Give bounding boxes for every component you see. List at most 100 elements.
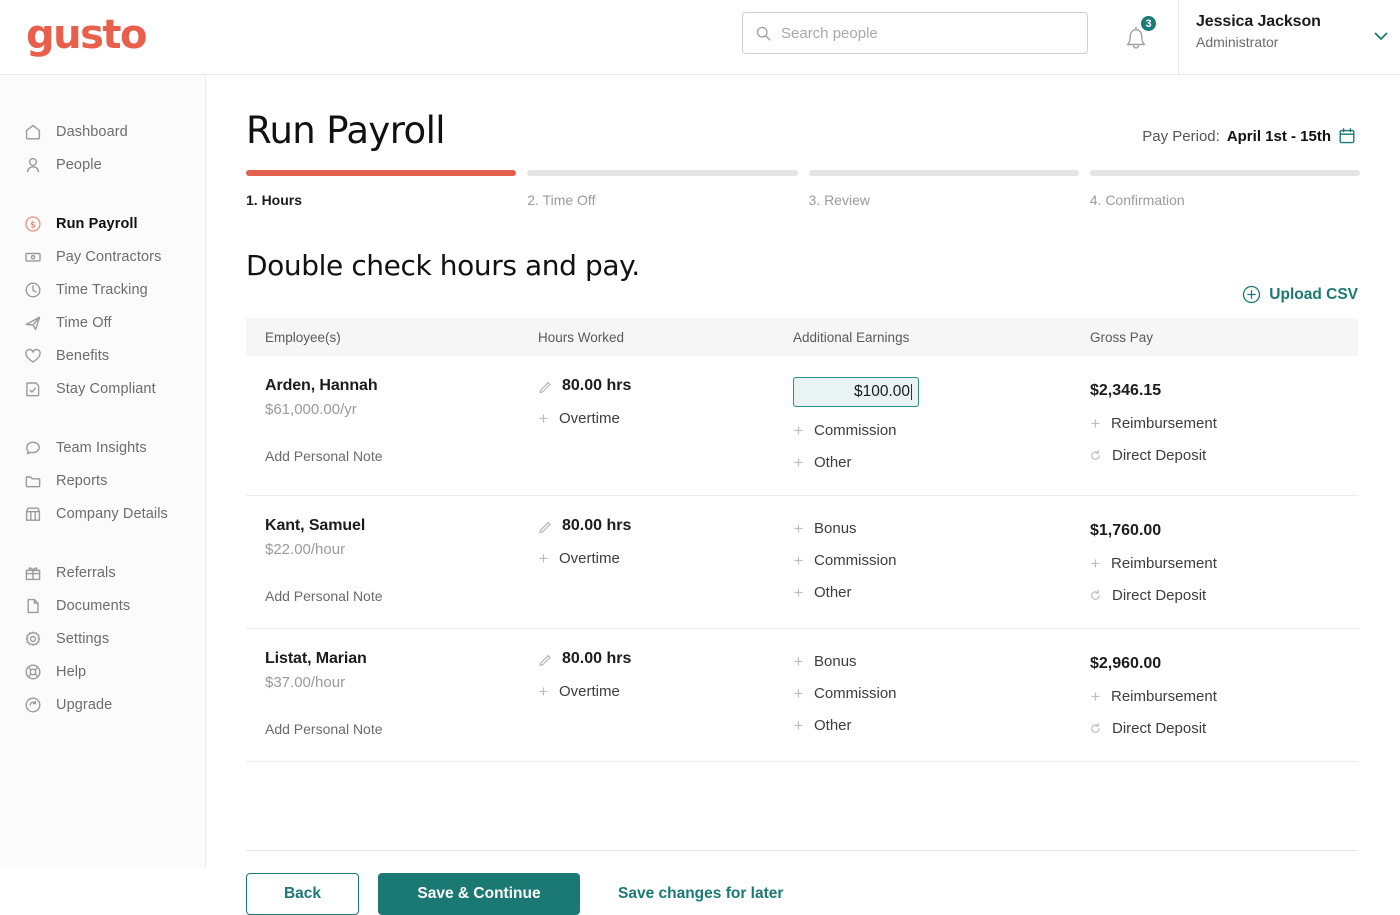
sidebar-item-label: People bbox=[56, 156, 102, 173]
pay-period[interactable]: Pay Period: April 1st - 15th bbox=[1142, 127, 1356, 145]
sidebar-item-people[interactable]: People bbox=[0, 148, 205, 181]
add-other-button[interactable]: + Other bbox=[793, 717, 1090, 734]
add-reimbursement-button[interactable]: + Reimbursement bbox=[1090, 555, 1358, 572]
add-commission-button[interactable]: + Commission bbox=[793, 422, 1090, 439]
sidebar-item-documents[interactable]: Documents bbox=[0, 589, 205, 622]
cash-icon bbox=[24, 248, 42, 266]
top-bar: gusto 3 Jessica Jackson Administrator bbox=[0, 0, 1400, 75]
gift-icon bbox=[24, 564, 42, 582]
hours-cell: 80.00 hrs + Overtime bbox=[538, 650, 793, 737]
plus-icon: + bbox=[793, 652, 804, 671]
add-bonus-button[interactable]: + Bonus bbox=[793, 520, 1090, 537]
search-icon bbox=[756, 26, 771, 41]
bonus-amount-value: $100.00 bbox=[853, 383, 910, 400]
hours-worked-field[interactable]: 80.00 hrs bbox=[538, 377, 793, 395]
sidebar-item-benefits[interactable]: Benefits bbox=[0, 339, 205, 372]
direct-deposit-button[interactable]: Direct Deposit bbox=[1090, 720, 1358, 737]
add-bonus-button[interactable]: + Bonus bbox=[793, 653, 1090, 670]
sidebar-item-referrals[interactable]: Referrals bbox=[0, 556, 205, 589]
plus-icon: + bbox=[1090, 554, 1101, 573]
add-commission-label: Commission bbox=[814, 422, 897, 439]
bonus-amount-input[interactable]: $100.00 bbox=[793, 377, 919, 407]
sidebar-item-label: Dashboard bbox=[56, 123, 128, 140]
add-commission-button[interactable]: + Commission bbox=[793, 552, 1090, 569]
footer-divider bbox=[246, 850, 1358, 851]
chevron-down-icon[interactable] bbox=[1372, 27, 1390, 45]
sidebar-item-label: Company Details bbox=[56, 505, 168, 522]
add-reimbursement-button[interactable]: + Reimbursement bbox=[1090, 415, 1358, 432]
sidebar-item-stay-compliant[interactable]: Stay Compliant bbox=[0, 372, 205, 405]
shield-check-icon bbox=[24, 380, 42, 398]
pencil-icon[interactable] bbox=[538, 519, 553, 534]
add-commission-label: Commission bbox=[814, 685, 897, 702]
sidebar-item-team-insights[interactable]: Team Insights bbox=[0, 431, 205, 464]
add-other-label: Other bbox=[814, 584, 852, 601]
step-time-off[interactable]: 2. Time Off bbox=[527, 170, 798, 208]
direct-deposit-button[interactable]: Direct Deposit bbox=[1090, 447, 1358, 464]
refresh-circle-icon bbox=[24, 696, 42, 714]
sidebar-item-label: Help bbox=[56, 663, 87, 680]
sidebar-item-dashboard[interactable]: Dashboard bbox=[0, 115, 205, 148]
add-reimbursement-label: Reimbursement bbox=[1111, 555, 1217, 572]
plus-icon: + bbox=[793, 684, 804, 703]
sidebar-item-settings[interactable]: Settings bbox=[0, 622, 205, 655]
pencil-icon[interactable] bbox=[538, 379, 553, 394]
plus-icon: + bbox=[1090, 687, 1101, 706]
back-button[interactable]: Back bbox=[246, 873, 359, 915]
user-role: Administrator bbox=[1196, 34, 1279, 50]
add-reimbursement-button[interactable]: + Reimbursement bbox=[1090, 688, 1358, 705]
add-other-button[interactable]: + Other bbox=[793, 584, 1090, 601]
notifications-button[interactable]: 3 bbox=[1113, 14, 1159, 60]
sidebar-group-divider bbox=[0, 181, 205, 207]
add-personal-note-link[interactable]: Add Personal Note bbox=[265, 448, 538, 464]
sidebar-item-pay-contractors[interactable]: Pay Contractors bbox=[0, 240, 205, 273]
save-continue-button[interactable]: Save & Continue bbox=[378, 873, 580, 915]
step-confirmation[interactable]: 4. Confirmation bbox=[1089, 170, 1360, 208]
hours-value: 80.00 hrs bbox=[562, 377, 632, 394]
add-overtime-button[interactable]: + Overtime bbox=[538, 550, 793, 567]
gross-pay-cell: $1,760.00 + Reimbursement Direct Deposit bbox=[1090, 517, 1358, 604]
gusto-logo[interactable]: gusto bbox=[26, 12, 148, 58]
progress-steps: 1. Hours 2. Time Off 3. Review 4. Confir… bbox=[246, 170, 1360, 208]
sidebar-item-company-details[interactable]: Company Details bbox=[0, 497, 205, 530]
employee-rate: $37.00/hour bbox=[265, 674, 346, 691]
sidebar-item-run-payroll[interactable]: $ Run Payroll bbox=[0, 207, 205, 240]
sidebar-item-upgrade[interactable]: Upgrade bbox=[0, 688, 205, 721]
person-icon bbox=[24, 156, 42, 174]
add-other-button[interactable]: + Other bbox=[793, 454, 1090, 471]
add-overtime-label: Overtime bbox=[559, 550, 620, 567]
upload-csv-button[interactable]: Upload CSV bbox=[1242, 285, 1358, 304]
storefront-icon bbox=[24, 505, 42, 523]
notification-count-badge: 3 bbox=[1139, 14, 1158, 33]
save-for-later-link[interactable]: Save changes for later bbox=[618, 885, 783, 903]
gross-pay-value: $2,960.00 bbox=[1090, 655, 1162, 672]
add-other-label: Other bbox=[814, 717, 852, 734]
sidebar-item-time-tracking[interactable]: Time Tracking bbox=[0, 273, 205, 306]
sidebar-item-reports[interactable]: Reports bbox=[0, 464, 205, 497]
hours-value: 80.00 hrs bbox=[562, 650, 632, 667]
calendar-icon[interactable] bbox=[1338, 127, 1356, 145]
additional-earnings-cell: $100.00 + Commission + Other bbox=[793, 377, 1090, 471]
sidebar-item-help[interactable]: Help bbox=[0, 655, 205, 688]
search-box[interactable] bbox=[742, 12, 1088, 54]
user-menu[interactable]: Jessica Jackson Administrator bbox=[1196, 13, 1396, 50]
step-bar bbox=[527, 170, 798, 176]
table-header-row: Employee(s) Hours Worked Additional Earn… bbox=[246, 318, 1358, 356]
add-personal-note-link[interactable]: Add Personal Note bbox=[265, 588, 538, 604]
add-bonus-label: Bonus bbox=[814, 520, 857, 537]
step-hours[interactable]: 1. Hours bbox=[246, 170, 517, 208]
pencil-icon[interactable] bbox=[538, 652, 553, 667]
hours-worked-field[interactable]: 80.00 hrs bbox=[538, 517, 793, 535]
sidebar-item-time-off[interactable]: Time Off bbox=[0, 306, 205, 339]
add-overtime-button[interactable]: + Overtime bbox=[538, 683, 793, 700]
add-commission-button[interactable]: + Commission bbox=[793, 685, 1090, 702]
add-personal-note-link[interactable]: Add Personal Note bbox=[265, 721, 538, 737]
hours-value: 80.00 hrs bbox=[562, 517, 632, 534]
add-overtime-button[interactable]: + Overtime bbox=[538, 410, 793, 427]
step-label: 3. Review bbox=[808, 192, 870, 208]
sidebar-item-label: Reports bbox=[56, 472, 108, 489]
search-input[interactable] bbox=[781, 24, 1075, 42]
hours-worked-field[interactable]: 80.00 hrs bbox=[538, 650, 793, 668]
step-review[interactable]: 3. Review bbox=[808, 170, 1079, 208]
direct-deposit-button[interactable]: Direct Deposit bbox=[1090, 587, 1358, 604]
